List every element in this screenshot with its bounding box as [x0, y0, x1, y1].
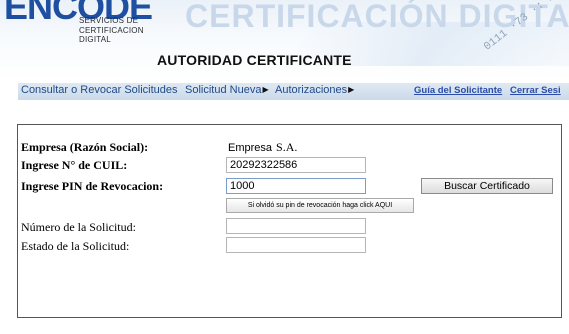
- pin-label: Ingrese PIN de Revocacion:: [21, 179, 164, 193]
- logo-subtitle: SERVICIOS DE CERTIFICACION DIGITAL: [79, 16, 144, 45]
- guia-solicitante-link[interactable]: Guía del Solicitante: [414, 85, 502, 96]
- logo-subtitle-line: CERTIFICACION: [79, 25, 144, 35]
- nav-item-autorizaciones[interactable]: Autorizaciones▶: [275, 84, 354, 96]
- empresa-label: Empresa (Razón Social):: [21, 140, 149, 154]
- pin-input[interactable]: 1000: [226, 178, 366, 194]
- caret-right-icon: ▶: [262, 85, 269, 94]
- cerrar-sesion-link[interactable]: Cerrar Sesi: [510, 85, 561, 96]
- estado-solicitud-field: [226, 237, 366, 253]
- nav-item-consultar-revocar[interactable]: Consultar o Revocar Solicitudes: [21, 84, 178, 96]
- form-panel: Empresa (Razón Social): Empresa S.A. Ingr…: [17, 124, 562, 318]
- cuil-input[interactable]: 20292322586: [226, 157, 366, 173]
- empresa-suffix: S.A.: [276, 140, 298, 154]
- nav-item-solicitud-nueva[interactable]: Solicitud Nueva▶: [185, 84, 269, 96]
- logo-subtitle-line: SERVICIOS DE: [79, 16, 139, 25]
- buscar-certificado-button[interactable]: Buscar Certificado: [421, 178, 553, 194]
- page-title: AUTORIDAD CERTIFICANTE: [157, 52, 352, 68]
- nav-item-label: Autorizaciones: [275, 84, 348, 96]
- forgot-pin-button[interactable]: Si olvidó su pin de revocación haga clic…: [226, 198, 414, 213]
- nav-item-label: Consultar o Revocar Solicitudes: [21, 84, 178, 96]
- numero-solicitud-field: [226, 218, 366, 234]
- nav-item-label: Solicitud Nueva: [185, 84, 262, 96]
- estado-solicitud-label: Estado de la Solicitud:: [21, 239, 130, 253]
- empresa-name: Empresa: [228, 142, 273, 154]
- caret-right-icon: ▶: [348, 85, 355, 94]
- empresa-value: Empresa S.A.: [228, 140, 297, 155]
- header-banner: CERTIFICACIÓN DIGITA 0111 ·73 ·: ΓΡΓΣ0··…: [0, 0, 569, 80]
- numero-solicitud-label: Número de la Solicitud:: [21, 220, 136, 234]
- logo-subtitle-line: DIGITAL: [79, 35, 111, 44]
- cuil-label: Ingrese N° de CUIL:: [21, 158, 128, 172]
